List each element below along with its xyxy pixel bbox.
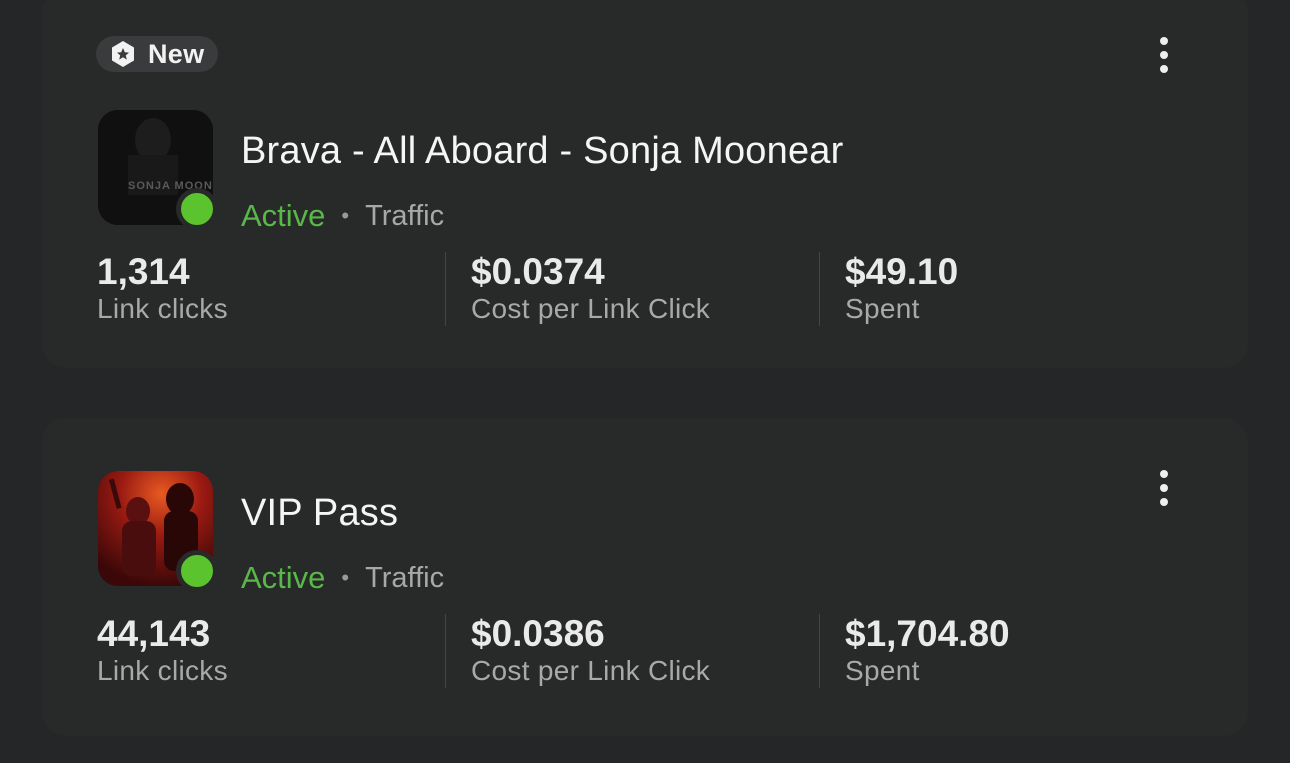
more-options-icon[interactable] xyxy=(1154,469,1174,509)
active-status-dot xyxy=(176,188,218,230)
metric-value: $0.0386 xyxy=(471,613,605,654)
metric-label: Spent xyxy=(845,655,920,686)
objective-text: Traffic xyxy=(365,199,445,232)
status-text: Active xyxy=(241,560,326,595)
campaign-title[interactable]: Brava - All Aboard - Sonja Moonear xyxy=(241,130,843,173)
metric-cost-per-click: $0.0386 Cost per Link Click xyxy=(471,614,710,688)
sparkle-badge-icon xyxy=(112,41,134,67)
campaign-list: New SONJA MOONE Brava - All Aboard - Son… xyxy=(0,0,1290,763)
campaign-title[interactable]: VIP Pass xyxy=(241,492,398,535)
metric-label: Link clicks xyxy=(97,293,228,324)
metric-divider xyxy=(445,252,446,326)
metric-label: Spent xyxy=(845,293,920,324)
objective-text: Traffic xyxy=(365,561,445,594)
metric-label: Link clicks xyxy=(97,655,228,686)
new-badge: New xyxy=(96,36,219,72)
campaign-meta: Active • Traffic xyxy=(241,560,444,596)
metric-value: $49.10 xyxy=(845,251,959,292)
metric-link-clicks: 44,143 Link clicks xyxy=(97,614,228,688)
metric-divider xyxy=(819,252,820,326)
campaign-meta: Active • Traffic xyxy=(241,198,444,234)
metric-cost-per-click: $0.0374 Cost per Link Click xyxy=(471,252,710,326)
new-badge-label: New xyxy=(148,38,205,69)
metric-value: 44,143 xyxy=(97,613,211,654)
metric-spent: $1,704.80 Spent xyxy=(845,614,1010,688)
metric-spent: $49.10 Spent xyxy=(845,252,958,326)
metric-value: 1,314 xyxy=(97,251,190,292)
active-status-dot xyxy=(176,550,218,592)
status-text: Active xyxy=(241,198,326,233)
metric-divider xyxy=(819,614,820,688)
metric-label: Cost per Link Click xyxy=(471,655,711,686)
metric-value: $1,704.80 xyxy=(845,613,1010,654)
metric-divider xyxy=(445,614,446,688)
more-options-icon[interactable] xyxy=(1154,36,1174,76)
meta-separator: • xyxy=(341,203,350,228)
metric-label: Cost per Link Click xyxy=(471,293,711,324)
meta-separator: • xyxy=(341,565,350,590)
metric-link-clicks: 1,314 Link clicks xyxy=(97,252,228,326)
metric-value: $0.0374 xyxy=(471,251,605,292)
campaign-card[interactable] xyxy=(42,418,1248,736)
